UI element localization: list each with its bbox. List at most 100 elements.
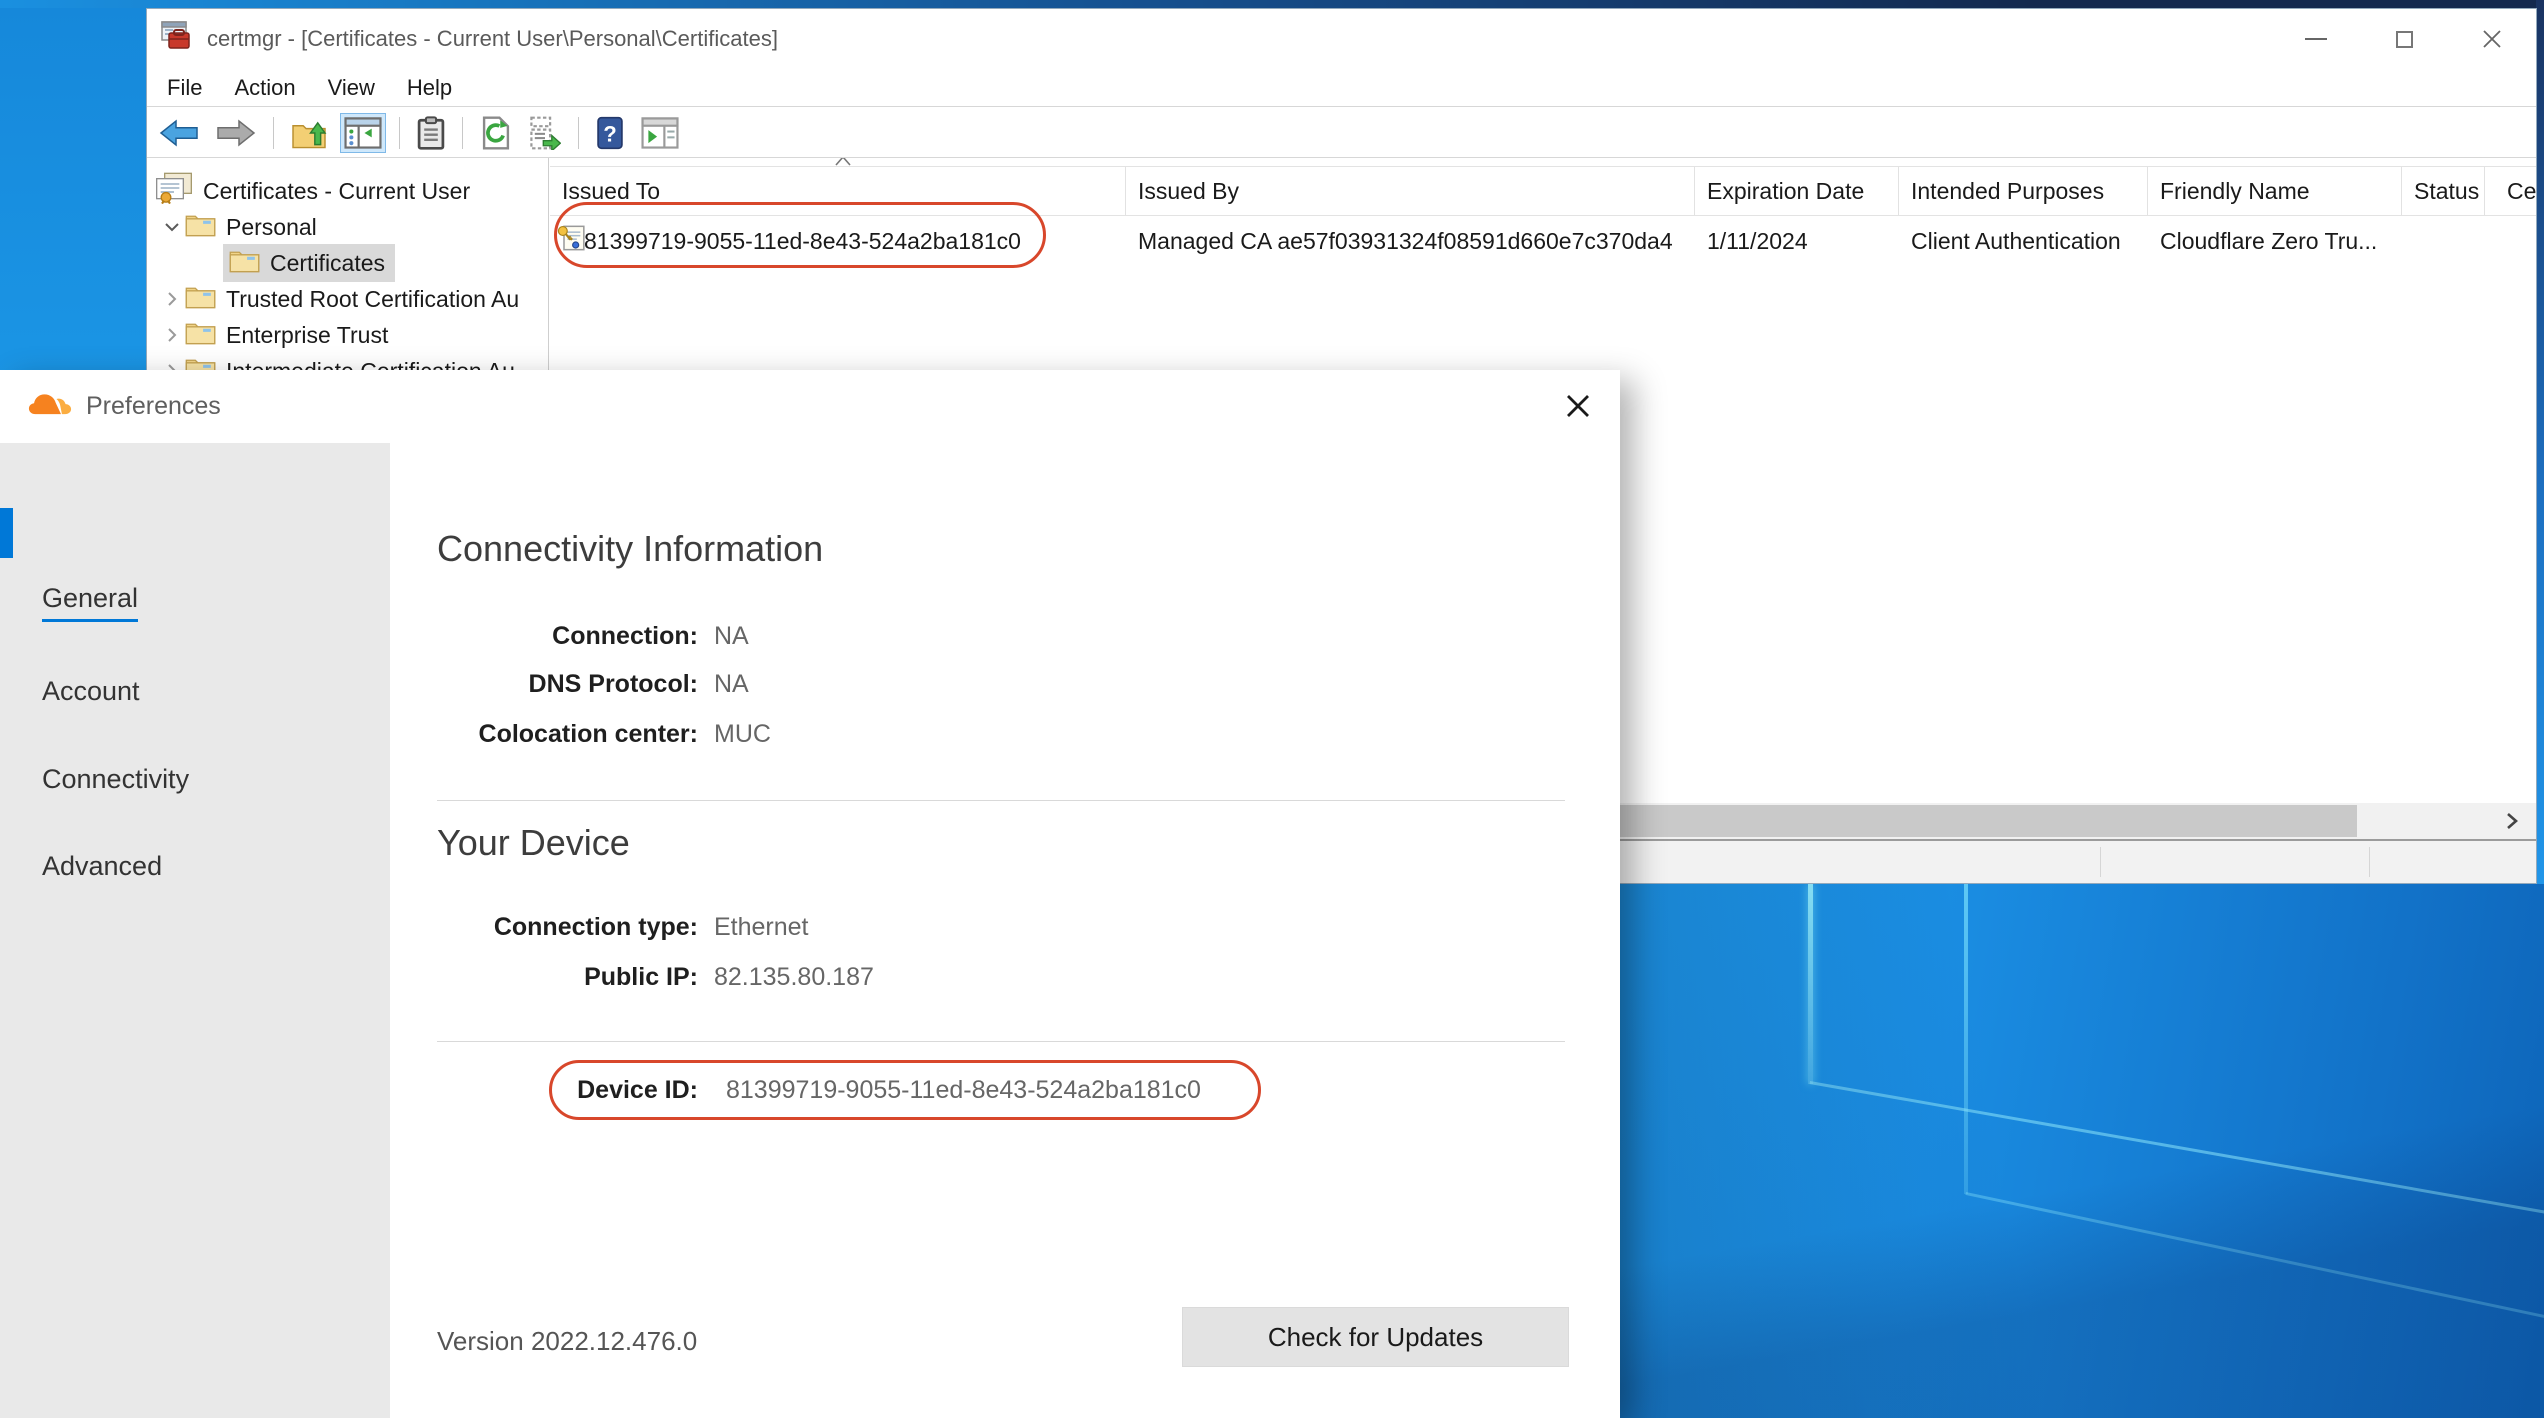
section-heading-your-device: Your Device	[437, 822, 630, 864]
certmgr-app-icon	[159, 20, 193, 59]
show-console-tree-button[interactable]	[340, 113, 386, 153]
chevron-down-icon[interactable]	[159, 222, 185, 232]
list-header-row: Issued To Issued By Expiration Date Inte…	[550, 167, 2536, 215]
folder-up-button[interactable]	[287, 113, 331, 153]
section-divider	[437, 1041, 1565, 1042]
tree-item-label: Personal	[226, 214, 317, 241]
folder-up-icon	[291, 117, 327, 149]
column-header-friendly-name[interactable]: Friendly Name	[2148, 167, 2402, 215]
minimize-icon	[2305, 38, 2327, 40]
tree-item-label: Trusted Root Certification Au	[226, 286, 519, 313]
show-action-pane-button[interactable]	[637, 113, 683, 153]
toolbar-separator	[578, 117, 579, 149]
version-text: Version 2022.12.476.0	[437, 1326, 697, 1357]
toolbar-separator	[399, 117, 400, 149]
column-header-issued-to[interactable]: Issued To	[550, 167, 1126, 215]
toolbar-separator	[273, 117, 274, 149]
tree-item-label: Certificates	[270, 250, 385, 277]
column-header-certificate[interactable]: Ce	[2485, 167, 2536, 215]
cell-issued-by: Managed CA ae57f03931324f08591d660e7c370…	[1126, 228, 1695, 255]
desktop-wallpaper-right	[2536, 0, 2544, 886]
close-icon	[1563, 391, 1593, 421]
nav-advanced[interactable]: Advanced	[42, 851, 162, 882]
dialog-title: Preferences	[86, 392, 221, 421]
chevron-right-icon[interactable]	[159, 327, 185, 343]
cloudflare-logo	[28, 391, 72, 422]
value-dns-protocol: NA	[714, 670, 749, 699]
scroll-right-button[interactable]	[2492, 805, 2532, 837]
close-dialog-button[interactable]	[1556, 384, 1600, 428]
refresh-button[interactable]	[476, 112, 516, 154]
show-action-pane-icon	[641, 117, 679, 149]
cell-intended-purposes: Client Authentication	[1899, 228, 2148, 255]
menu-help[interactable]: Help	[391, 75, 468, 101]
tree-item-certificates[interactable]: Certificates	[147, 245, 548, 281]
clipboard-icon	[417, 116, 445, 150]
forward-button[interactable]	[212, 114, 260, 152]
window-title: certmgr - [Certificates - Current User\P…	[207, 26, 778, 52]
folder-icon	[185, 283, 216, 315]
scroll-right-icon	[2505, 811, 2519, 831]
forward-icon	[216, 118, 256, 148]
cert-store-icon	[155, 172, 193, 210]
close-icon	[2482, 29, 2502, 49]
certificate-row[interactable]: 81399719-9055-11ed-8e43-524a2ba181c0 Man…	[550, 216, 2536, 266]
column-header-status[interactable]: Status	[2402, 167, 2485, 215]
nav-general[interactable]: General	[42, 583, 138, 614]
wallpaper-shading	[1620, 884, 2544, 1418]
svg-text:?: ?	[603, 121, 617, 146]
certmgr-toolbar: ?	[147, 108, 2536, 158]
value-connection-type: Ethernet	[714, 913, 809, 942]
tree-item-personal[interactable]: Personal	[147, 209, 548, 245]
desktop-wallpaper-top	[0, 0, 2544, 8]
desktop-wallpaper	[1620, 884, 2544, 1418]
selected-tree-item: Certificates	[223, 244, 395, 282]
cell-issued-to: 81399719-9055-11ed-8e43-524a2ba181c0	[584, 228, 1126, 255]
label-connection: Connection:	[437, 622, 698, 651]
label-connection-type: Connection type:	[437, 913, 698, 942]
label-dns-protocol: DNS Protocol:	[437, 670, 698, 699]
back-icon	[159, 118, 199, 148]
folder-icon	[185, 319, 216, 351]
tree-item-certificates-current-user[interactable]: Certificates - Current User	[147, 173, 548, 209]
section-heading-connectivity: Connectivity Information	[437, 528, 823, 570]
check-for-updates-button[interactable]: Check for Updates	[1182, 1307, 1569, 1367]
menu-action[interactable]: Action	[218, 75, 311, 101]
toolbar-separator	[462, 117, 463, 149]
statusbar-separator	[2100, 847, 2101, 877]
value-device-id: 81399719-9055-11ed-8e43-524a2ba181c0	[726, 1076, 1201, 1105]
value-public-ip: 82.135.80.187	[714, 963, 874, 992]
chevron-right-icon[interactable]	[159, 291, 185, 307]
certmgr-titlebar[interactable]: certmgr - [Certificates - Current User\P…	[147, 9, 2536, 69]
tree-item-trusted-root[interactable]: Trusted Root Certification Au	[147, 281, 548, 317]
menu-view[interactable]: View	[312, 75, 391, 101]
tree-item-enterprise-trust[interactable]: Enterprise Trust	[147, 317, 548, 353]
help-icon: ?	[596, 116, 624, 150]
folder-icon	[185, 211, 216, 243]
tree-item-label: Enterprise Trust	[226, 322, 388, 349]
column-header-expiration-date[interactable]: Expiration Date	[1695, 167, 1899, 215]
label-public-ip: Public IP:	[437, 963, 698, 992]
menu-file[interactable]: File	[151, 75, 218, 101]
export-list-icon	[529, 116, 561, 150]
minimize-button[interactable]	[2272, 9, 2360, 69]
nav-account[interactable]: Account	[42, 676, 140, 707]
copy-button[interactable]	[413, 112, 449, 154]
column-header-issued-by[interactable]: Issued By	[1126, 167, 1695, 215]
certificate-key-icon	[550, 224, 584, 258]
value-connection: NA	[714, 622, 749, 651]
warp-preferences-dialog: Preferences General Account Connectivity…	[0, 370, 1620, 1418]
value-colocation-center: MUC	[714, 720, 771, 749]
column-header-intended-purposes[interactable]: Intended Purposes	[1899, 167, 2148, 215]
close-window-button[interactable]	[2448, 9, 2536, 69]
preferences-titlebar[interactable]: Preferences	[0, 370, 1620, 443]
export-list-button[interactable]	[525, 112, 565, 154]
back-button[interactable]	[155, 114, 203, 152]
refresh-icon	[480, 116, 512, 150]
tree-item-label: Certificates - Current User	[203, 178, 470, 205]
label-colocation-center: Colocation center:	[437, 720, 698, 749]
label-device-id: Device ID:	[437, 1076, 698, 1105]
maximize-button[interactable]	[2360, 9, 2448, 69]
help-button[interactable]: ?	[592, 112, 628, 154]
nav-connectivity[interactable]: Connectivity	[42, 764, 189, 795]
